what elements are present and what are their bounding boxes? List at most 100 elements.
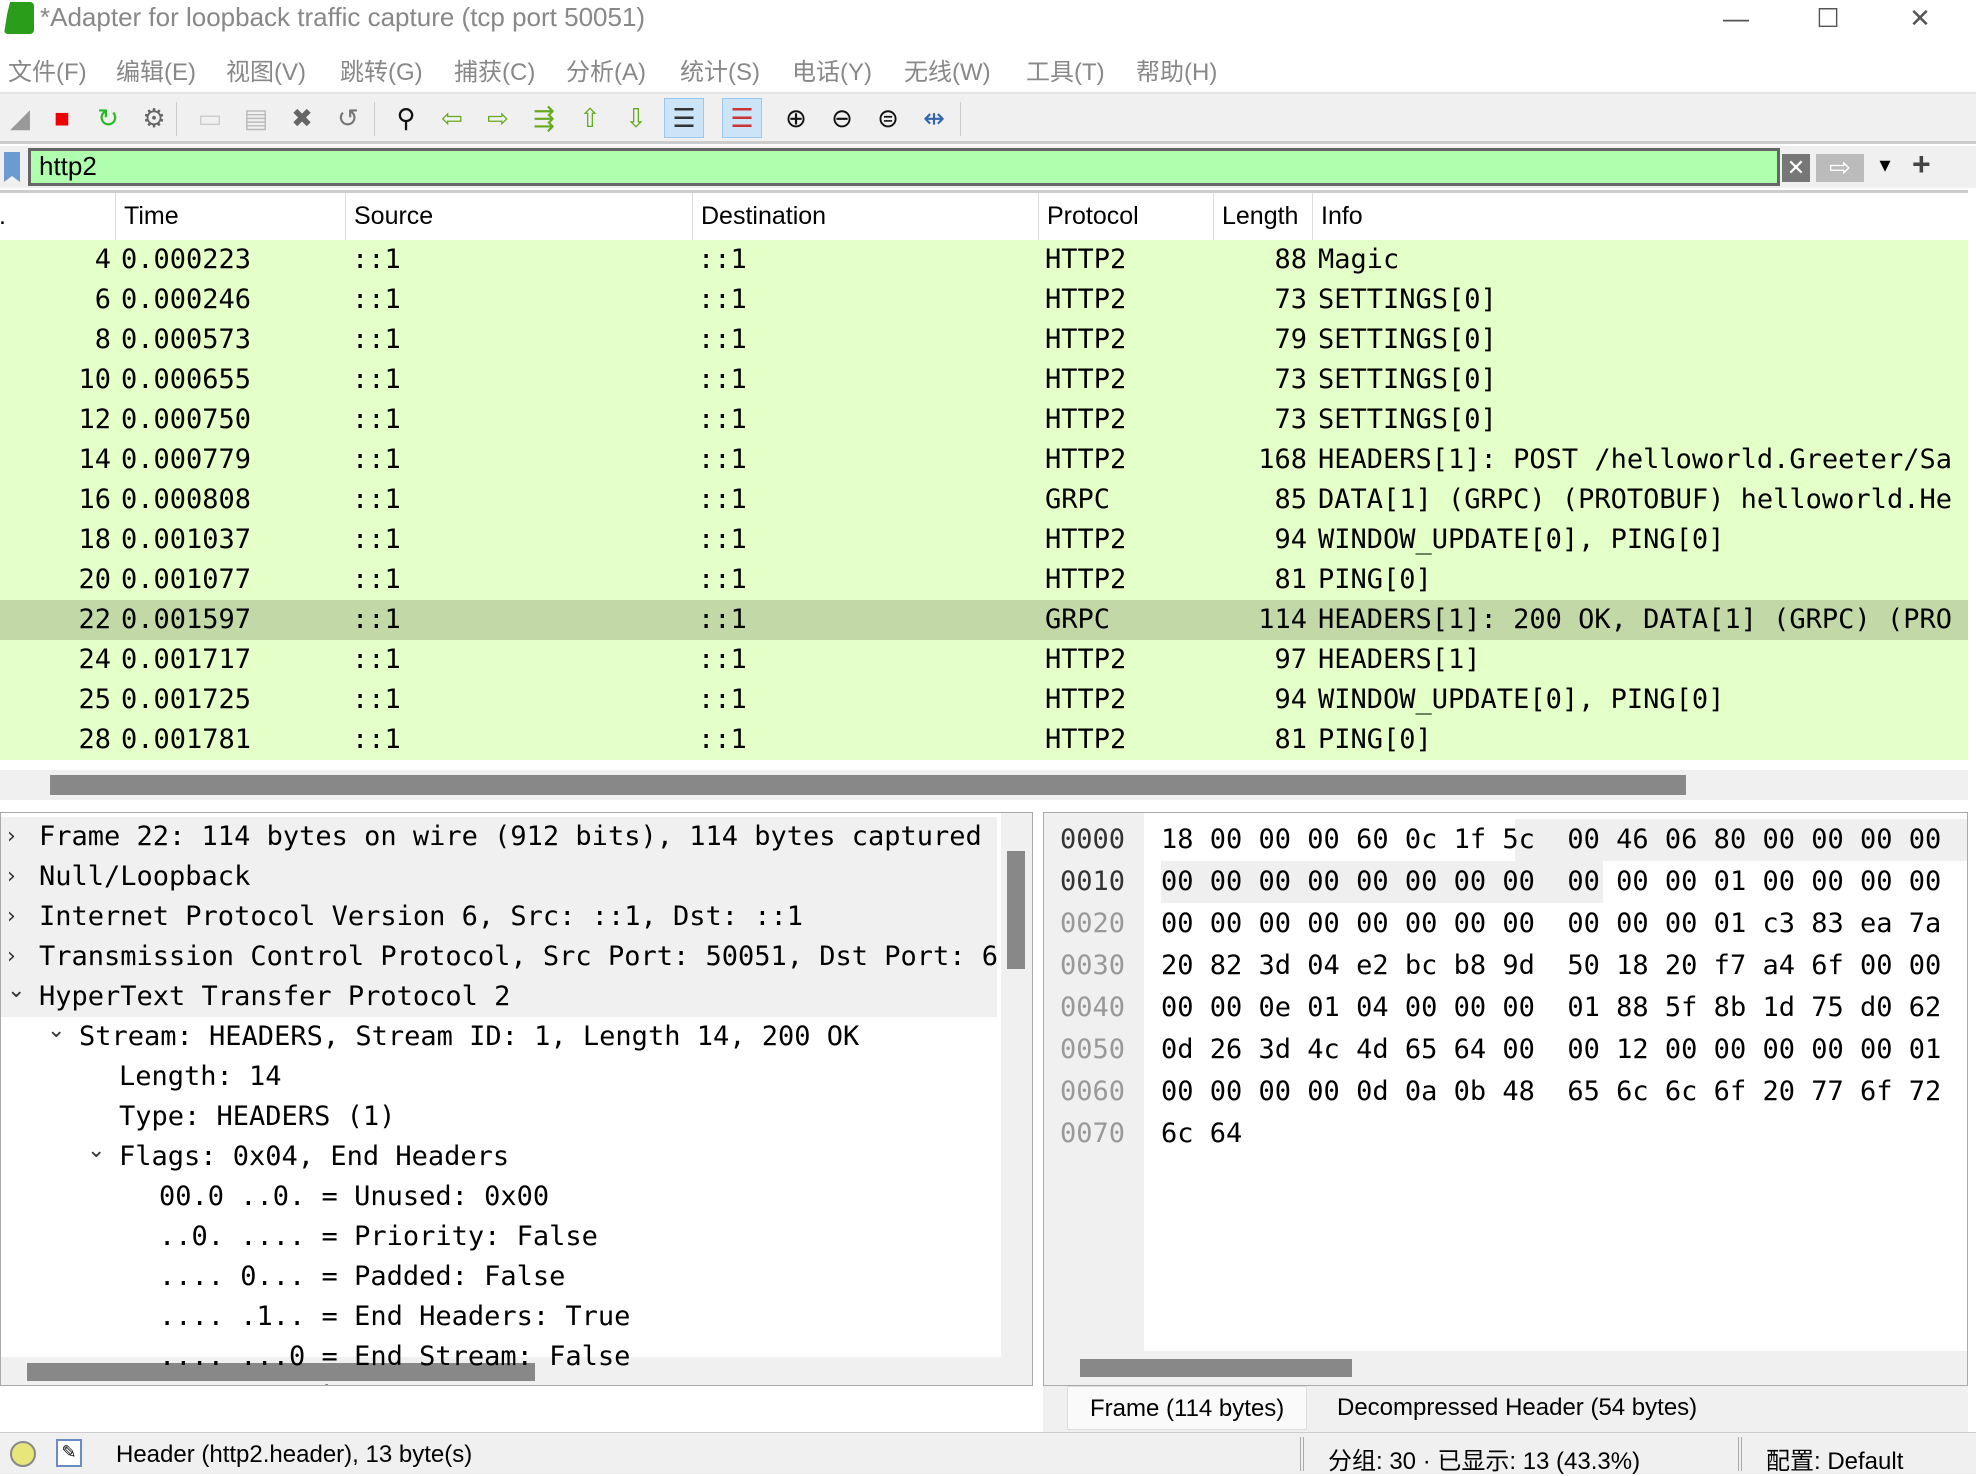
go-back-icon[interactable]: ⇦	[432, 98, 472, 138]
first-packet-icon[interactable]: ⇧	[570, 98, 610, 138]
hex-bytes[interactable]: 18 00 00 00 60 0c 1f 5c 00 46 06 80 00 0…	[1161, 819, 1941, 861]
menu-item[interactable]: 无线(W)	[904, 52, 991, 87]
reload-file-icon[interactable]: ↺	[328, 98, 368, 138]
chevron-right-icon[interactable]: ›	[7, 897, 16, 937]
detail-tree-item[interactable]: 0... Reserved: 0x	[1, 1377, 997, 1385]
open-file-icon[interactable]: ▭	[190, 98, 230, 138]
hex-bytes[interactable]: 0d 26 3d 4c 4d 65 64 00 00 12 00 00 00 0…	[1161, 1029, 1941, 1071]
chevron-down-icon[interactable]: ⌄	[87, 1137, 105, 1171]
display-filter-input[interactable]: http2	[28, 148, 1780, 186]
packet-row[interactable]: 4 0.000223::1::1 HTTP2 88 Magic	[0, 240, 1968, 280]
autoscroll-icon[interactable]: ☰	[664, 98, 704, 138]
detail-tree-item[interactable]: › Frame 22: 114 bytes on wire (912 bits),…	[1, 817, 997, 857]
detail-tree-item[interactable]: Type: HEADERS (1)	[1, 1097, 997, 1137]
resize-columns-icon[interactable]: ⇹	[914, 98, 954, 138]
packet-row[interactable]: 22 0.001597::1::1 GRPC 114 HEADERS[1]: 200 O…	[0, 600, 1968, 640]
detail-tree-item[interactable]: .... ...0 = End Stream: False	[1, 1337, 997, 1377]
tab-frame[interactable]: Frame (114 bytes)	[1067, 1386, 1308, 1430]
column-header[interactable]: Info	[1312, 193, 1968, 241]
detail-tree-item[interactable]: Length: 14	[1, 1057, 997, 1097]
scrollbar-thumb[interactable]	[1080, 1359, 1352, 1377]
packet-row[interactable]: 18 0.001037::1::1 HTTP2 94 WINDOW_UPDATE[0],…	[0, 520, 1968, 560]
clear-filter-button[interactable]: ✕	[1782, 154, 1810, 182]
hex-bytes[interactable]: 00 00 00 00 0d 0a 0b 48 65 6c 6c 6f 20 7…	[1161, 1071, 1941, 1113]
detail-tree-item[interactable]: 00.0 ..0. = Unused: 0x00	[1, 1177, 997, 1217]
menu-item[interactable]: 工具(T)	[1026, 52, 1105, 87]
packet-row[interactable]: 8 0.000573::1::1 HTTP2 79 SETTINGS[0]	[0, 320, 1968, 360]
colorize-icon[interactable]: ☰	[722, 98, 762, 138]
apply-filter-button[interactable]: ⇨	[1816, 154, 1864, 182]
column-header[interactable]: Destination	[692, 193, 1038, 241]
hex-bytes[interactable]: 00 00 00 00 00 00 00 00 00 00 00 01 c3 8…	[1161, 903, 1941, 945]
column-header[interactable]: .	[0, 193, 115, 241]
capture-options-icon[interactable]: ⚙	[134, 98, 174, 138]
hex-bytes[interactable]: 6c 64	[1161, 1113, 1242, 1155]
detail-tree-item[interactable]: .... 0... = Padded: False	[1, 1257, 997, 1297]
packet-row[interactable]: 12 0.000750::1::1 HTTP2 73 SETTINGS[0]	[0, 400, 1968, 440]
bytes-hscrollbar[interactable]	[1044, 1351, 1967, 1385]
chevron-right-icon[interactable]: ›	[7, 817, 16, 857]
packet-row[interactable]: 24 0.001717::1::1 HTTP2 97 HEADERS[1]	[0, 640, 1968, 680]
details-vscrollbar[interactable]	[1001, 813, 1032, 1385]
chevron-right-icon[interactable]: ›	[7, 937, 16, 977]
detail-tree-item[interactable]: ..0. .... = Priority: False	[1, 1217, 997, 1257]
menu-item[interactable]: 统计(S)	[680, 52, 760, 87]
packet-row[interactable]: 28 0.001781::1::1 HTTP2 81 PING[0]	[0, 720, 1968, 760]
menu-item[interactable]: 帮助(H)	[1136, 52, 1217, 87]
zoom-out-icon[interactable]: ⊖	[822, 98, 862, 138]
last-packet-icon[interactable]: ⇩	[616, 98, 656, 138]
column-header[interactable]: Time	[115, 193, 345, 241]
expert-info-icon[interactable]	[10, 1441, 36, 1467]
column-header[interactable]: Length	[1213, 193, 1312, 241]
menu-item[interactable]: 视图(V)	[226, 52, 306, 87]
packet-list-hscrollbar[interactable]	[0, 770, 1968, 800]
packet-row[interactable]: 25 0.001725::1::1 HTTP2 94 WINDOW_UPDATE[0],…	[0, 680, 1968, 720]
scrollbar-thumb[interactable]	[50, 775, 1686, 795]
minimize-button[interactable]: —	[1696, 0, 1776, 38]
close-file-icon[interactable]: ✖	[282, 98, 322, 138]
packet-row[interactable]: 16 0.000808::1::1 GRPC 85 DATA[1] (GRPC) (PR…	[0, 480, 1968, 520]
packet-row[interactable]: 6 0.000246::1::1 HTTP2 73 SETTINGS[0]	[0, 280, 1968, 320]
close-button[interactable]: ✕	[1880, 0, 1960, 38]
menu-item[interactable]: 捕获(C)	[454, 52, 535, 87]
detail-tree-item[interactable]: ⌄ Stream: HEADERS, Stream ID: 1, Length 1…	[1, 1017, 997, 1057]
zoom-normal-icon[interactable]: ⊜	[868, 98, 908, 138]
detail-tree-item[interactable]: ⌄ HyperText Transfer Protocol 2	[1, 977, 997, 1017]
column-header[interactable]: Protocol	[1038, 193, 1213, 241]
menu-item[interactable]: 编辑(E)	[116, 52, 196, 87]
capture-comment-icon[interactable]: ✎	[56, 1439, 82, 1467]
start-capture-icon[interactable]: ◢	[0, 98, 40, 138]
detail-tree-item[interactable]: .... .1.. = End Headers: True	[1, 1297, 997, 1337]
save-file-icon[interactable]: ▤	[236, 98, 276, 138]
profile-selector[interactable]: 配置: Default	[1766, 1441, 1903, 1476]
menu-item[interactable]: 文件(F)	[8, 52, 87, 87]
detail-tree-item[interactable]: › Internet Protocol Version 6, Src: ::1, …	[1, 897, 997, 937]
find-packet-icon[interactable]: ⚲	[386, 98, 426, 138]
maximize-button[interactable]: ☐	[1788, 0, 1868, 38]
packet-row[interactable]: 20 0.001077::1::1 HTTP2 81 PING[0]	[0, 560, 1968, 600]
scrollbar-thumb[interactable]	[1007, 851, 1025, 969]
restart-capture-icon[interactable]: ↻	[88, 98, 128, 138]
chevron-down-icon[interactable]: ⌄	[47, 1017, 65, 1051]
bookmark-icon[interactable]	[4, 152, 20, 182]
column-header[interactable]: Source	[345, 193, 692, 241]
detail-tree-item[interactable]: › Transmission Control Protocol, Src Port…	[1, 937, 997, 977]
menu-item[interactable]: 跳转(G)	[340, 52, 423, 87]
add-filter-button[interactable]: +	[1912, 146, 1931, 183]
stop-capture-icon[interactable]: ■	[42, 98, 82, 138]
hex-bytes[interactable]: 00 00 0e 01 04 00 00 00 01 88 5f 8b 1d 7…	[1161, 987, 1941, 1029]
packet-row[interactable]: 10 0.000655::1::1 HTTP2 73 SETTINGS[0]	[0, 360, 1968, 400]
filter-history-dropdown[interactable]: ▾	[1870, 152, 1900, 178]
hex-bytes[interactable]: 20 82 3d 04 e2 bc b8 9d 50 18 20 f7 a4 6…	[1161, 945, 1941, 987]
chevron-right-icon[interactable]: ›	[7, 857, 16, 897]
menu-item[interactable]: 电话(Y)	[792, 52, 872, 87]
hex-bytes[interactable]: 00 00 00 00 00 00 00 00 00 00 00 01 00 0…	[1161, 861, 1941, 903]
detail-tree-item[interactable]: › Null/Loopback	[1, 857, 997, 897]
go-forward-icon[interactable]: ⇨	[478, 98, 518, 138]
tab-decompressed-header[interactable]: Decompressed Header (54 bytes)	[1315, 1386, 1719, 1430]
chevron-down-icon[interactable]: ⌄	[7, 977, 25, 1011]
zoom-in-icon[interactable]: ⊕	[776, 98, 816, 138]
detail-tree-item[interactable]: ⌄ Flags: 0x04, End Headers	[1, 1137, 997, 1177]
menu-item[interactable]: 分析(A)	[566, 52, 646, 87]
packet-row[interactable]: 14 0.000779::1::1 HTTP2 168 HEADERS[1]: POST…	[0, 440, 1968, 480]
